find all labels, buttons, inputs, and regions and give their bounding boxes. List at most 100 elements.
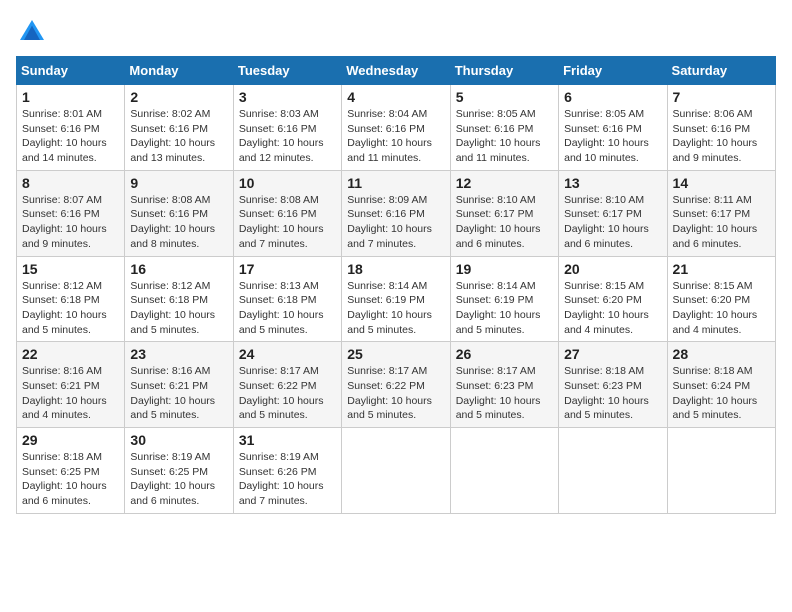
- day-info: Sunrise: 8:17 AMSunset: 6:22 PMDaylight:…: [347, 365, 432, 421]
- day-cell-4: 4Sunrise: 8:04 AMSunset: 6:16 PMDaylight…: [342, 85, 450, 171]
- day-cell-31: 31 Sunrise: 8:19 AMSunset: 6:26 PMDayligh…: [233, 428, 341, 514]
- day-cell-26: 26 Sunrise: 8:17 AMSunset: 6:23 PMDayligh…: [450, 342, 558, 428]
- logo-icon: [16, 16, 48, 48]
- day-number: 25: [347, 346, 444, 362]
- day-info: Sunrise: 8:14 AMSunset: 6:19 PMDaylight:…: [456, 280, 541, 336]
- empty-cell: [667, 428, 775, 514]
- day-info: Sunrise: 8:03 AMSunset: 6:16 PMDaylight:…: [239, 108, 324, 164]
- day-cell-8: 8 Sunrise: 8:07 AMSunset: 6:16 PMDaylight…: [17, 170, 125, 256]
- day-info: Sunrise: 8:16 AMSunset: 6:21 PMDaylight:…: [22, 365, 107, 421]
- day-number: 4: [347, 89, 444, 105]
- day-number: 2: [130, 89, 227, 105]
- day-cell-10: 10 Sunrise: 8:08 AMSunset: 6:16 PMDayligh…: [233, 170, 341, 256]
- day-number: 24: [239, 346, 336, 362]
- day-number: 20: [564, 261, 661, 277]
- day-cell-13: 13 Sunrise: 8:10 AMSunset: 6:17 PMDayligh…: [559, 170, 667, 256]
- day-info: Sunrise: 8:10 AMSunset: 6:17 PMDaylight:…: [564, 194, 649, 250]
- logo: [16, 16, 52, 48]
- day-number: 29: [22, 432, 119, 448]
- day-cell-29: 29 Sunrise: 8:18 AMSunset: 6:25 PMDayligh…: [17, 428, 125, 514]
- day-cell-2: 2 Sunrise: 8:02 AMSunset: 6:16 PMDaylight…: [125, 85, 233, 171]
- day-info: Sunrise: 8:05 AMSunset: 6:16 PMDaylight:…: [564, 108, 649, 164]
- day-cell-30: 30 Sunrise: 8:19 AMSunset: 6:25 PMDayligh…: [125, 428, 233, 514]
- col-header-thursday: Thursday: [450, 57, 558, 85]
- day-info: Sunrise: 8:11 AMSunset: 6:17 PMDaylight:…: [673, 194, 758, 250]
- week-row-5: 29 Sunrise: 8:18 AMSunset: 6:25 PMDayligh…: [17, 428, 776, 514]
- day-info: Sunrise: 8:13 AMSunset: 6:18 PMDaylight:…: [239, 280, 324, 336]
- day-number: 23: [130, 346, 227, 362]
- col-header-wednesday: Wednesday: [342, 57, 450, 85]
- day-info: Sunrise: 8:15 AMSunset: 6:20 PMDaylight:…: [673, 280, 758, 336]
- day-cell-9: 9 Sunrise: 8:08 AMSunset: 6:16 PMDaylight…: [125, 170, 233, 256]
- week-row-3: 15 Sunrise: 8:12 AMSunset: 6:18 PMDayligh…: [17, 256, 776, 342]
- day-cell-17: 17 Sunrise: 8:13 AMSunset: 6:18 PMDayligh…: [233, 256, 341, 342]
- day-number: 14: [673, 175, 770, 191]
- day-number: 1: [22, 89, 119, 105]
- day-cell-18: 18 Sunrise: 8:14 AMSunset: 6:19 PMDayligh…: [342, 256, 450, 342]
- day-info: Sunrise: 8:10 AMSunset: 6:17 PMDaylight:…: [456, 194, 541, 250]
- col-header-tuesday: Tuesday: [233, 57, 341, 85]
- day-info: Sunrise: 8:17 AMSunset: 6:23 PMDaylight:…: [456, 365, 541, 421]
- day-cell-6: 6 Sunrise: 8:05 AMSunset: 6:16 PMDaylight…: [559, 85, 667, 171]
- day-number: 26: [456, 346, 553, 362]
- day-number: 3: [239, 89, 336, 105]
- day-cell-27: 27 Sunrise: 8:18 AMSunset: 6:23 PMDayligh…: [559, 342, 667, 428]
- day-cell-25: 25 Sunrise: 8:17 AMSunset: 6:22 PMDayligh…: [342, 342, 450, 428]
- day-cell-1: 1 Sunrise: 8:01 AMSunset: 6:16 PMDaylight…: [17, 85, 125, 171]
- day-cell-5: 5 Sunrise: 8:05 AMSunset: 6:16 PMDaylight…: [450, 85, 558, 171]
- day-number: 10: [239, 175, 336, 191]
- day-cell-22: 22 Sunrise: 8:16 AMSunset: 6:21 PMDayligh…: [17, 342, 125, 428]
- day-number: 30: [130, 432, 227, 448]
- empty-cell: [342, 428, 450, 514]
- day-number: 22: [22, 346, 119, 362]
- day-info: Sunrise: 8:05 AMSunset: 6:16 PMDaylight:…: [456, 108, 541, 164]
- day-info: Sunrise: 8:16 AMSunset: 6:21 PMDaylight:…: [130, 365, 215, 421]
- day-number: 7: [673, 89, 770, 105]
- day-cell-14: 14 Sunrise: 8:11 AMSunset: 6:17 PMDayligh…: [667, 170, 775, 256]
- day-number: 9: [130, 175, 227, 191]
- day-number: 5: [456, 89, 553, 105]
- day-cell-23: 23 Sunrise: 8:16 AMSunset: 6:21 PMDayligh…: [125, 342, 233, 428]
- day-number: 6: [564, 89, 661, 105]
- week-row-4: 22 Sunrise: 8:16 AMSunset: 6:21 PMDayligh…: [17, 342, 776, 428]
- day-cell-28: 28Sunrise: 8:18 AMSunset: 6:24 PMDayligh…: [667, 342, 775, 428]
- day-number: 27: [564, 346, 661, 362]
- col-header-sunday: Sunday: [17, 57, 125, 85]
- day-info: Sunrise: 8:18 AMSunset: 6:25 PMDaylight:…: [22, 451, 107, 507]
- day-number: 15: [22, 261, 119, 277]
- day-number: 16: [130, 261, 227, 277]
- day-number: 21: [673, 261, 770, 277]
- day-info: Sunrise: 8:06 AMSunset: 6:16 PMDaylight:…: [673, 108, 758, 164]
- day-info: Sunrise: 8:15 AMSunset: 6:20 PMDaylight:…: [564, 280, 649, 336]
- day-info: Sunrise: 8:08 AMSunset: 6:16 PMDaylight:…: [239, 194, 324, 250]
- day-cell-21: 21 Sunrise: 8:15 AMSunset: 6:20 PMDayligh…: [667, 256, 775, 342]
- week-row-2: 8 Sunrise: 8:07 AMSunset: 6:16 PMDaylight…: [17, 170, 776, 256]
- day-info: Sunrise: 8:17 AMSunset: 6:22 PMDaylight:…: [239, 365, 324, 421]
- day-number: 18: [347, 261, 444, 277]
- day-number: 11: [347, 175, 444, 191]
- day-cell-3: 3 Sunrise: 8:03 AMSunset: 6:16 PMDaylight…: [233, 85, 341, 171]
- week-row-1: 1 Sunrise: 8:01 AMSunset: 6:16 PMDaylight…: [17, 85, 776, 171]
- day-cell-7: 7 Sunrise: 8:06 AMSunset: 6:16 PMDaylight…: [667, 85, 775, 171]
- page-header: [16, 16, 776, 48]
- day-number: 13: [564, 175, 661, 191]
- day-cell-11: 11 Sunrise: 8:09 AMSunset: 6:16 PMDayligh…: [342, 170, 450, 256]
- day-info: Sunrise: 8:18 AMSunset: 6:23 PMDaylight:…: [564, 365, 649, 421]
- day-number: 17: [239, 261, 336, 277]
- day-info: Sunrise: 8:09 AMSunset: 6:16 PMDaylight:…: [347, 194, 432, 250]
- day-info: Sunrise: 8:12 AMSunset: 6:18 PMDaylight:…: [130, 280, 215, 336]
- empty-cell: [450, 428, 558, 514]
- day-info: Sunrise: 8:07 AMSunset: 6:16 PMDaylight:…: [22, 194, 107, 250]
- day-number: 31: [239, 432, 336, 448]
- day-info: Sunrise: 8:12 AMSunset: 6:18 PMDaylight:…: [22, 280, 107, 336]
- day-info: Sunrise: 8:08 AMSunset: 6:16 PMDaylight:…: [130, 194, 215, 250]
- day-info: Sunrise: 8:14 AMSunset: 6:19 PMDaylight:…: [347, 280, 432, 336]
- day-info: Sunrise: 8:02 AMSunset: 6:16 PMDaylight:…: [130, 108, 215, 164]
- col-header-saturday: Saturday: [667, 57, 775, 85]
- day-info: Sunrise: 8:19 AMSunset: 6:25 PMDaylight:…: [130, 451, 215, 507]
- day-info: Sunrise: 8:01 AMSunset: 6:16 PMDaylight:…: [22, 108, 107, 164]
- day-number: 8: [22, 175, 119, 191]
- day-cell-24: 24 Sunrise: 8:17 AMSunset: 6:22 PMDayligh…: [233, 342, 341, 428]
- day-info: Sunrise: 8:19 AMSunset: 6:26 PMDaylight:…: [239, 451, 324, 507]
- day-number: 28: [673, 346, 770, 362]
